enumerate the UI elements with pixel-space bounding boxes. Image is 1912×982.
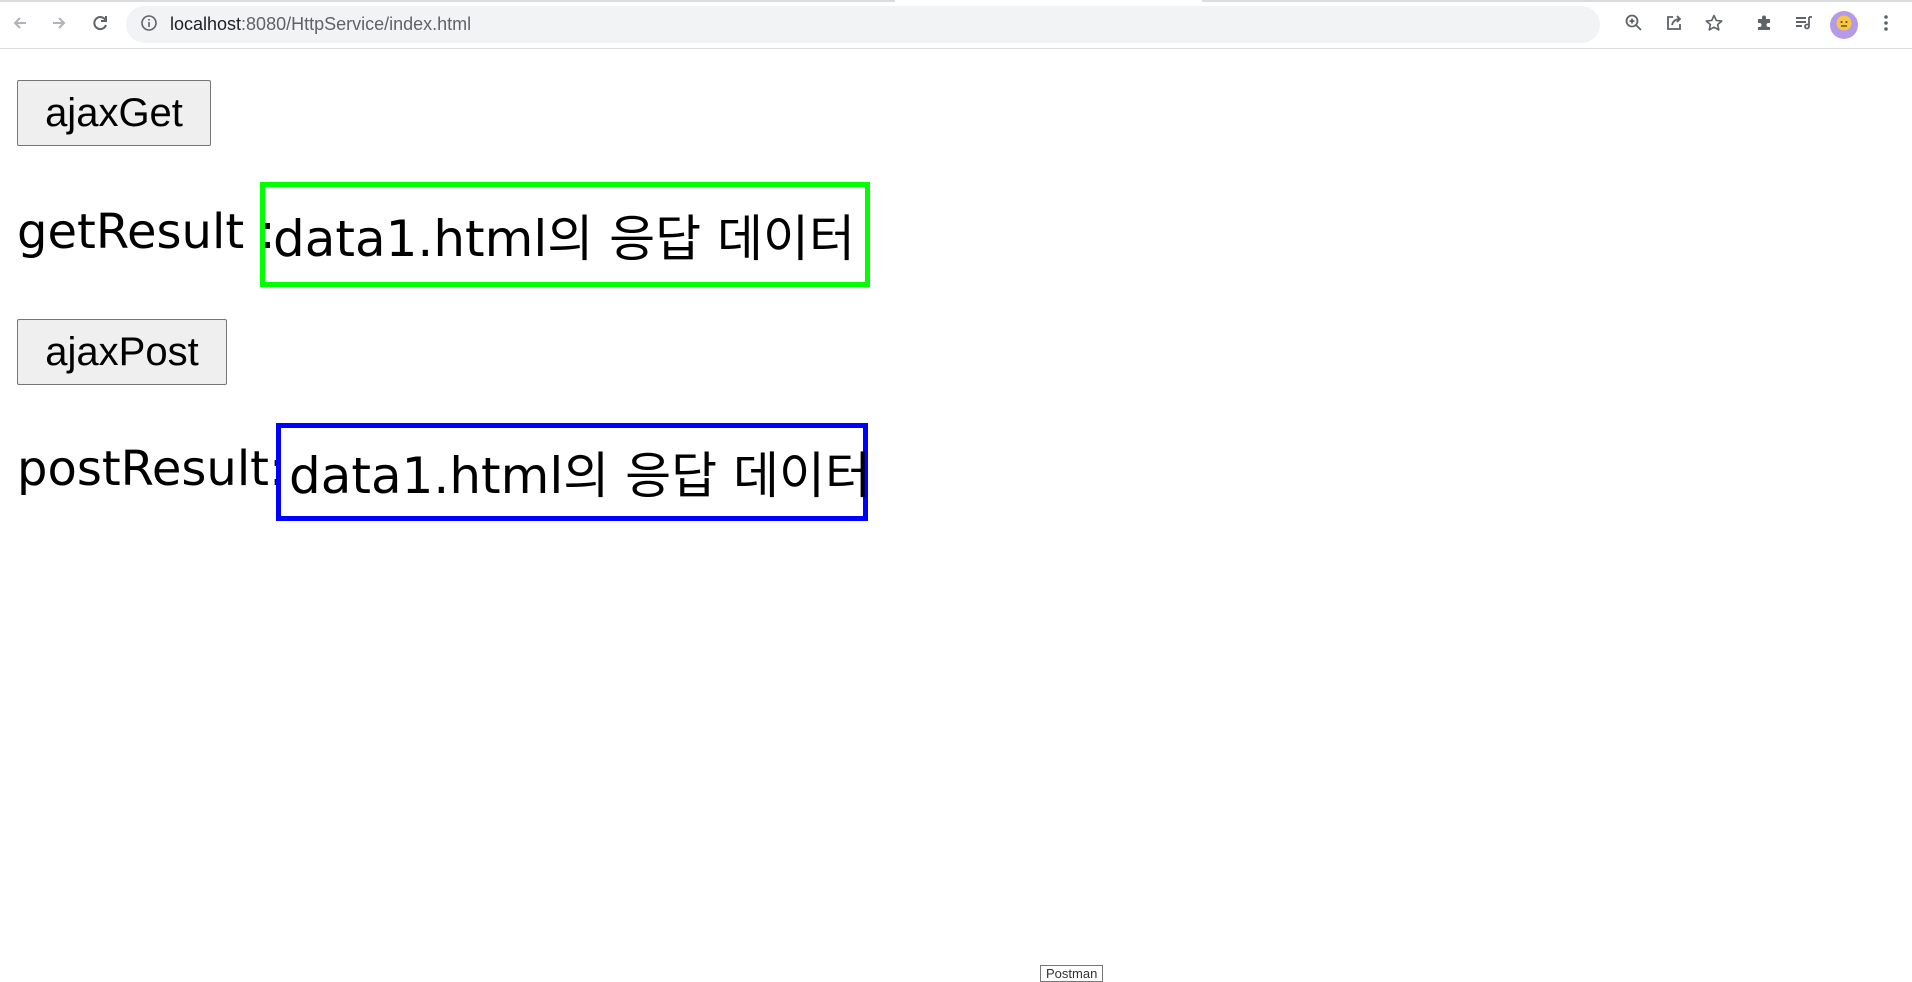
- arrow-left-icon: [10, 13, 30, 37]
- zoom-button[interactable]: [1620, 11, 1648, 39]
- post-result-label: postResult:: [17, 441, 286, 497]
- url-host: localhost: [170, 14, 242, 34]
- extensions-button[interactable]: [1748, 9, 1780, 41]
- bookmark-button[interactable]: [1700, 11, 1728, 39]
- info-icon: [140, 14, 158, 36]
- browser-menu-button[interactable]: [1870, 9, 1902, 41]
- tab-strip-edge: [0, 0, 895, 2]
- browser-toolbar: localhost:8080/HttpService/index.html: [0, 0, 1912, 49]
- arrow-right-icon: [49, 13, 69, 37]
- ajax-post-button[interactable]: ajaxPost: [17, 319, 227, 385]
- share-icon: [1664, 13, 1684, 37]
- site-info-button[interactable]: [136, 12, 162, 38]
- zoom-icon: [1624, 13, 1644, 37]
- address-bar[interactable]: localhost:8080/HttpService/index.html: [126, 6, 1723, 43]
- share-button[interactable]: [1660, 11, 1688, 39]
- ajax-get-button[interactable]: ajaxGet: [17, 80, 211, 146]
- reading-list-icon: [1794, 13, 1814, 37]
- star-icon: [1704, 13, 1724, 37]
- avatar-face-icon: [1835, 14, 1853, 36]
- page-content: ajaxGet getResult : data1.html의 응답 데이터 a…: [0, 50, 1912, 980]
- profile-avatar[interactable]: [1830, 11, 1858, 39]
- reading-list-button[interactable]: [1788, 9, 1820, 41]
- url-path: :8080/HttpService/index.html: [241, 14, 472, 34]
- puzzle-icon: [1754, 13, 1774, 37]
- post-result-box: data1.html의 응답 데이터: [276, 423, 872, 521]
- postman-tooltip: Postman: [1040, 965, 1104, 982]
- tab-strip-edge-right: [1202, 0, 1912, 2]
- get-result-label: getResult :: [17, 204, 276, 260]
- url-text[interactable]: localhost:8080/HttpService/index.html: [170, 6, 471, 43]
- back-button[interactable]: [4, 9, 36, 41]
- kebab-menu-icon: [1876, 13, 1896, 37]
- reload-button[interactable]: [84, 9, 116, 41]
- reload-icon: [90, 13, 110, 37]
- get-result-value: data1.html의 응답 데이터: [273, 209, 856, 268]
- post-result-value: data1.html의 응답 데이터: [289, 447, 872, 505]
- forward-button[interactable]: [43, 9, 75, 41]
- get-result-box: data1.html의 응답 데이터: [260, 182, 870, 287]
